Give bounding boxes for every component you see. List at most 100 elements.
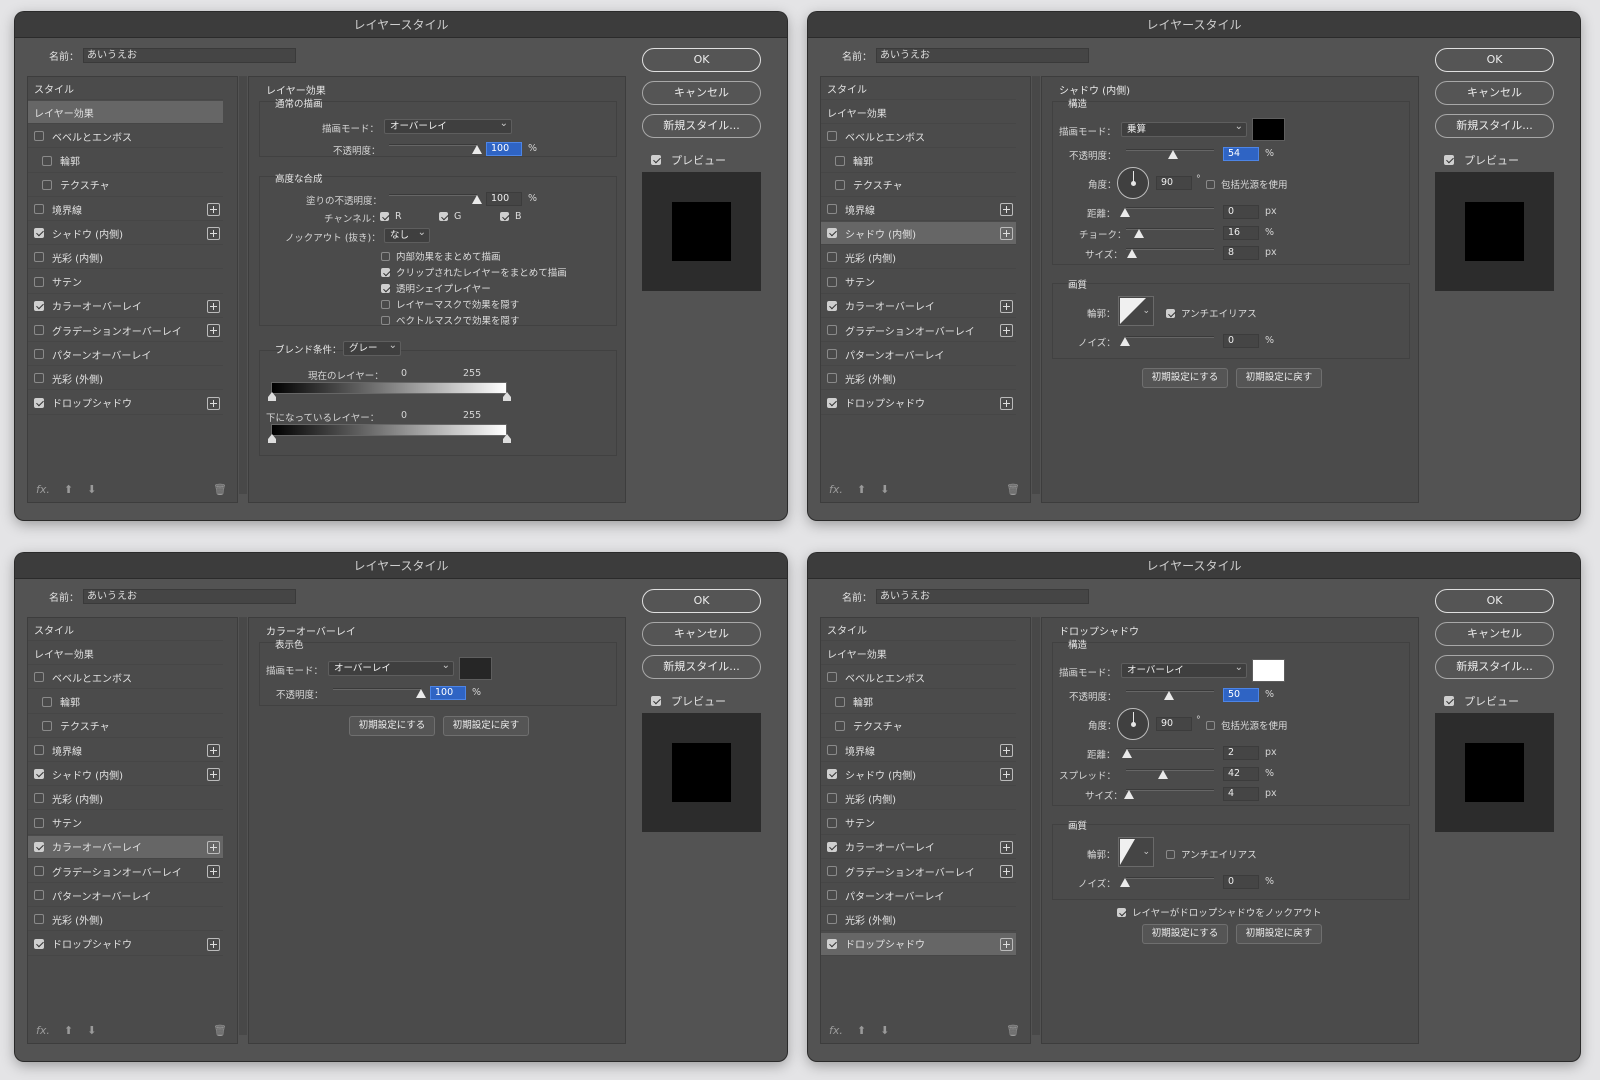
size-slider-thumb[interactable] (1127, 249, 1137, 258)
style-item-gradient-overlay[interactable]: グラデーションオーバーレイ (28, 860, 223, 883)
style-item-outer-glow[interactable]: 光彩 (外側) (821, 367, 1016, 391)
checkbox[interactable] (827, 349, 837, 360)
checkbox[interactable] (827, 204, 837, 214)
styles-scrollbar[interactable] (239, 76, 247, 494)
move-down-icon[interactable]: ⬇ (880, 1024, 889, 1037)
advanced-option-checkbox[interactable]: レイヤーマスクで効果を隠す (381, 297, 519, 311)
style-item-contour[interactable]: 輪郭 (821, 691, 1016, 714)
reset-default-button[interactable]: 初期設定にする (1142, 368, 1228, 388)
style-item-inner-shadow[interactable]: シャドウ (内側) (821, 222, 1016, 246)
checkbox[interactable] (827, 938, 837, 949)
advanced-option-checkbox[interactable]: クリップされたレイヤーをまとめて描画 (381, 265, 567, 279)
add-effect-icon[interactable] (1000, 299, 1013, 313)
style-item-inner-glow[interactable]: 光彩 (内側) (821, 246, 1016, 270)
size-slider[interactable] (1126, 789, 1214, 791)
checkbox[interactable] (1166, 849, 1175, 859)
checkbox[interactable] (835, 179, 845, 190)
move-down-icon[interactable]: ⬇ (87, 483, 96, 496)
style-item-texture[interactable]: テクスチャ (28, 715, 223, 738)
checkbox[interactable] (827, 131, 837, 142)
style-item-blending-options[interactable]: レイヤー効果 (28, 642, 223, 666)
checkbox[interactable] (651, 155, 661, 165)
style-item-color-overlay[interactable]: カラーオーバーレイ (821, 836, 1016, 859)
blend-mode-select[interactable]: オーバーレイ (384, 117, 512, 134)
opacity-slider[interactable] (389, 144, 477, 146)
style-item-styles-header[interactable]: スタイル (28, 77, 223, 100)
restore-default-button[interactable]: 初期設定に戻す (443, 716, 529, 736)
style-item-inner-glow[interactable]: 光彩 (内側) (821, 787, 1016, 811)
preview-checkbox[interactable]: プレビュー (1444, 693, 1519, 709)
trash-icon[interactable]: 🗑 (213, 1024, 227, 1037)
style-item-satin[interactable]: サテン (28, 812, 223, 835)
checkbox[interactable] (827, 890, 837, 901)
channel-r-checkbox[interactable]: R (380, 211, 402, 222)
opacity-slider-thumb[interactable] (472, 145, 482, 154)
style-item-inner-glow[interactable]: 光彩 (内側) (28, 787, 223, 811)
restore-default-button[interactable]: 初期設定に戻す (1236, 368, 1322, 388)
add-effect-icon[interactable] (1000, 937, 1013, 951)
style-item-pattern-overlay[interactable]: パターンオーバーレイ (821, 884, 1016, 908)
checkbox[interactable] (34, 890, 44, 901)
style-item-color-overlay[interactable]: カラーオーバーレイ (821, 295, 1016, 318)
add-effect-icon[interactable] (1000, 227, 1013, 241)
style-item-bevel-emboss[interactable]: ベベルとエンボス (28, 125, 223, 149)
checkbox[interactable] (34, 841, 44, 852)
new-style-button[interactable]: 新規スタイル... (1435, 114, 1554, 138)
angle-dial[interactable] (1117, 708, 1149, 740)
checkbox[interactable] (827, 745, 837, 755)
overlay-color-swatch[interactable] (459, 657, 492, 680)
checkbox[interactable] (34, 914, 44, 925)
add-effect-icon[interactable] (207, 865, 220, 878)
distance-slider[interactable] (1126, 207, 1214, 209)
trash-icon[interactable]: 🗑 (1006, 1024, 1020, 1037)
style-item-satin[interactable]: サテン (28, 271, 223, 294)
styles-scrollbar[interactable] (239, 617, 247, 1035)
checkbox[interactable] (827, 914, 837, 925)
angle-input[interactable]: 90 (1156, 176, 1192, 190)
style-item-contour[interactable]: 輪郭 (28, 691, 223, 714)
checkbox[interactable] (827, 866, 837, 876)
checkbox[interactable] (34, 769, 44, 780)
checkbox[interactable] (1206, 179, 1215, 189)
underlying-black-slider[interactable] (268, 434, 276, 443)
opacity-input[interactable]: 100 (486, 142, 522, 156)
checkbox[interactable] (34, 397, 44, 408)
global-light-checkbox[interactable]: 包括光源を使用 (1206, 718, 1288, 732)
noise-slider-thumb[interactable] (1120, 337, 1130, 346)
opacity-input[interactable]: 100 (430, 686, 466, 700)
size-slider[interactable] (1126, 248, 1214, 250)
style-item-stroke[interactable]: 境界線 (28, 739, 223, 762)
style-item-inner-shadow[interactable]: シャドウ (内側) (821, 763, 1016, 787)
checkbox[interactable] (1117, 907, 1126, 917)
style-item-stroke[interactable]: 境界線 (821, 739, 1016, 762)
add-effect-icon[interactable] (1000, 324, 1013, 337)
ok-button[interactable]: OK (1435, 589, 1554, 613)
checkbox[interactable] (827, 769, 837, 780)
checkbox[interactable] (34, 325, 44, 335)
distance-input[interactable]: 2 (1223, 746, 1259, 760)
antialias-checkbox[interactable]: アンチエイリアス (1166, 847, 1257, 861)
choke-slider-thumb[interactable] (1134, 229, 1144, 238)
checkbox[interactable] (380, 212, 389, 221)
checkbox[interactable] (34, 745, 44, 755)
cancel-button[interactable]: キャンセル (1435, 81, 1554, 105)
style-item-bevel-emboss[interactable]: ベベルとエンボス (821, 125, 1016, 149)
style-item-gradient-overlay[interactable]: グラデーションオーバーレイ (821, 860, 1016, 883)
add-effect-icon[interactable] (207, 396, 220, 410)
checkbox[interactable] (500, 212, 509, 221)
checkbox[interactable] (381, 299, 390, 309)
style-item-drop-shadow[interactable]: ドロップシャドウ (821, 392, 1016, 415)
new-style-button[interactable]: 新規スタイル... (1435, 655, 1554, 679)
fill-opacity-slider-thumb[interactable] (472, 195, 482, 204)
add-effect-icon[interactable] (1000, 203, 1013, 216)
add-effect-icon[interactable] (1000, 744, 1013, 757)
style-item-stroke[interactable]: 境界線 (821, 198, 1016, 221)
add-effect-icon[interactable] (207, 937, 220, 951)
add-effect-icon[interactable] (1000, 768, 1013, 782)
add-effect-icon[interactable] (1000, 865, 1013, 878)
checkbox[interactable] (381, 283, 390, 293)
fx-icon[interactable]: fx. (36, 483, 50, 496)
style-item-texture[interactable]: テクスチャ (28, 174, 223, 197)
distance-slider[interactable] (1126, 748, 1214, 750)
style-item-styles-header[interactable]: スタイル (28, 618, 223, 641)
